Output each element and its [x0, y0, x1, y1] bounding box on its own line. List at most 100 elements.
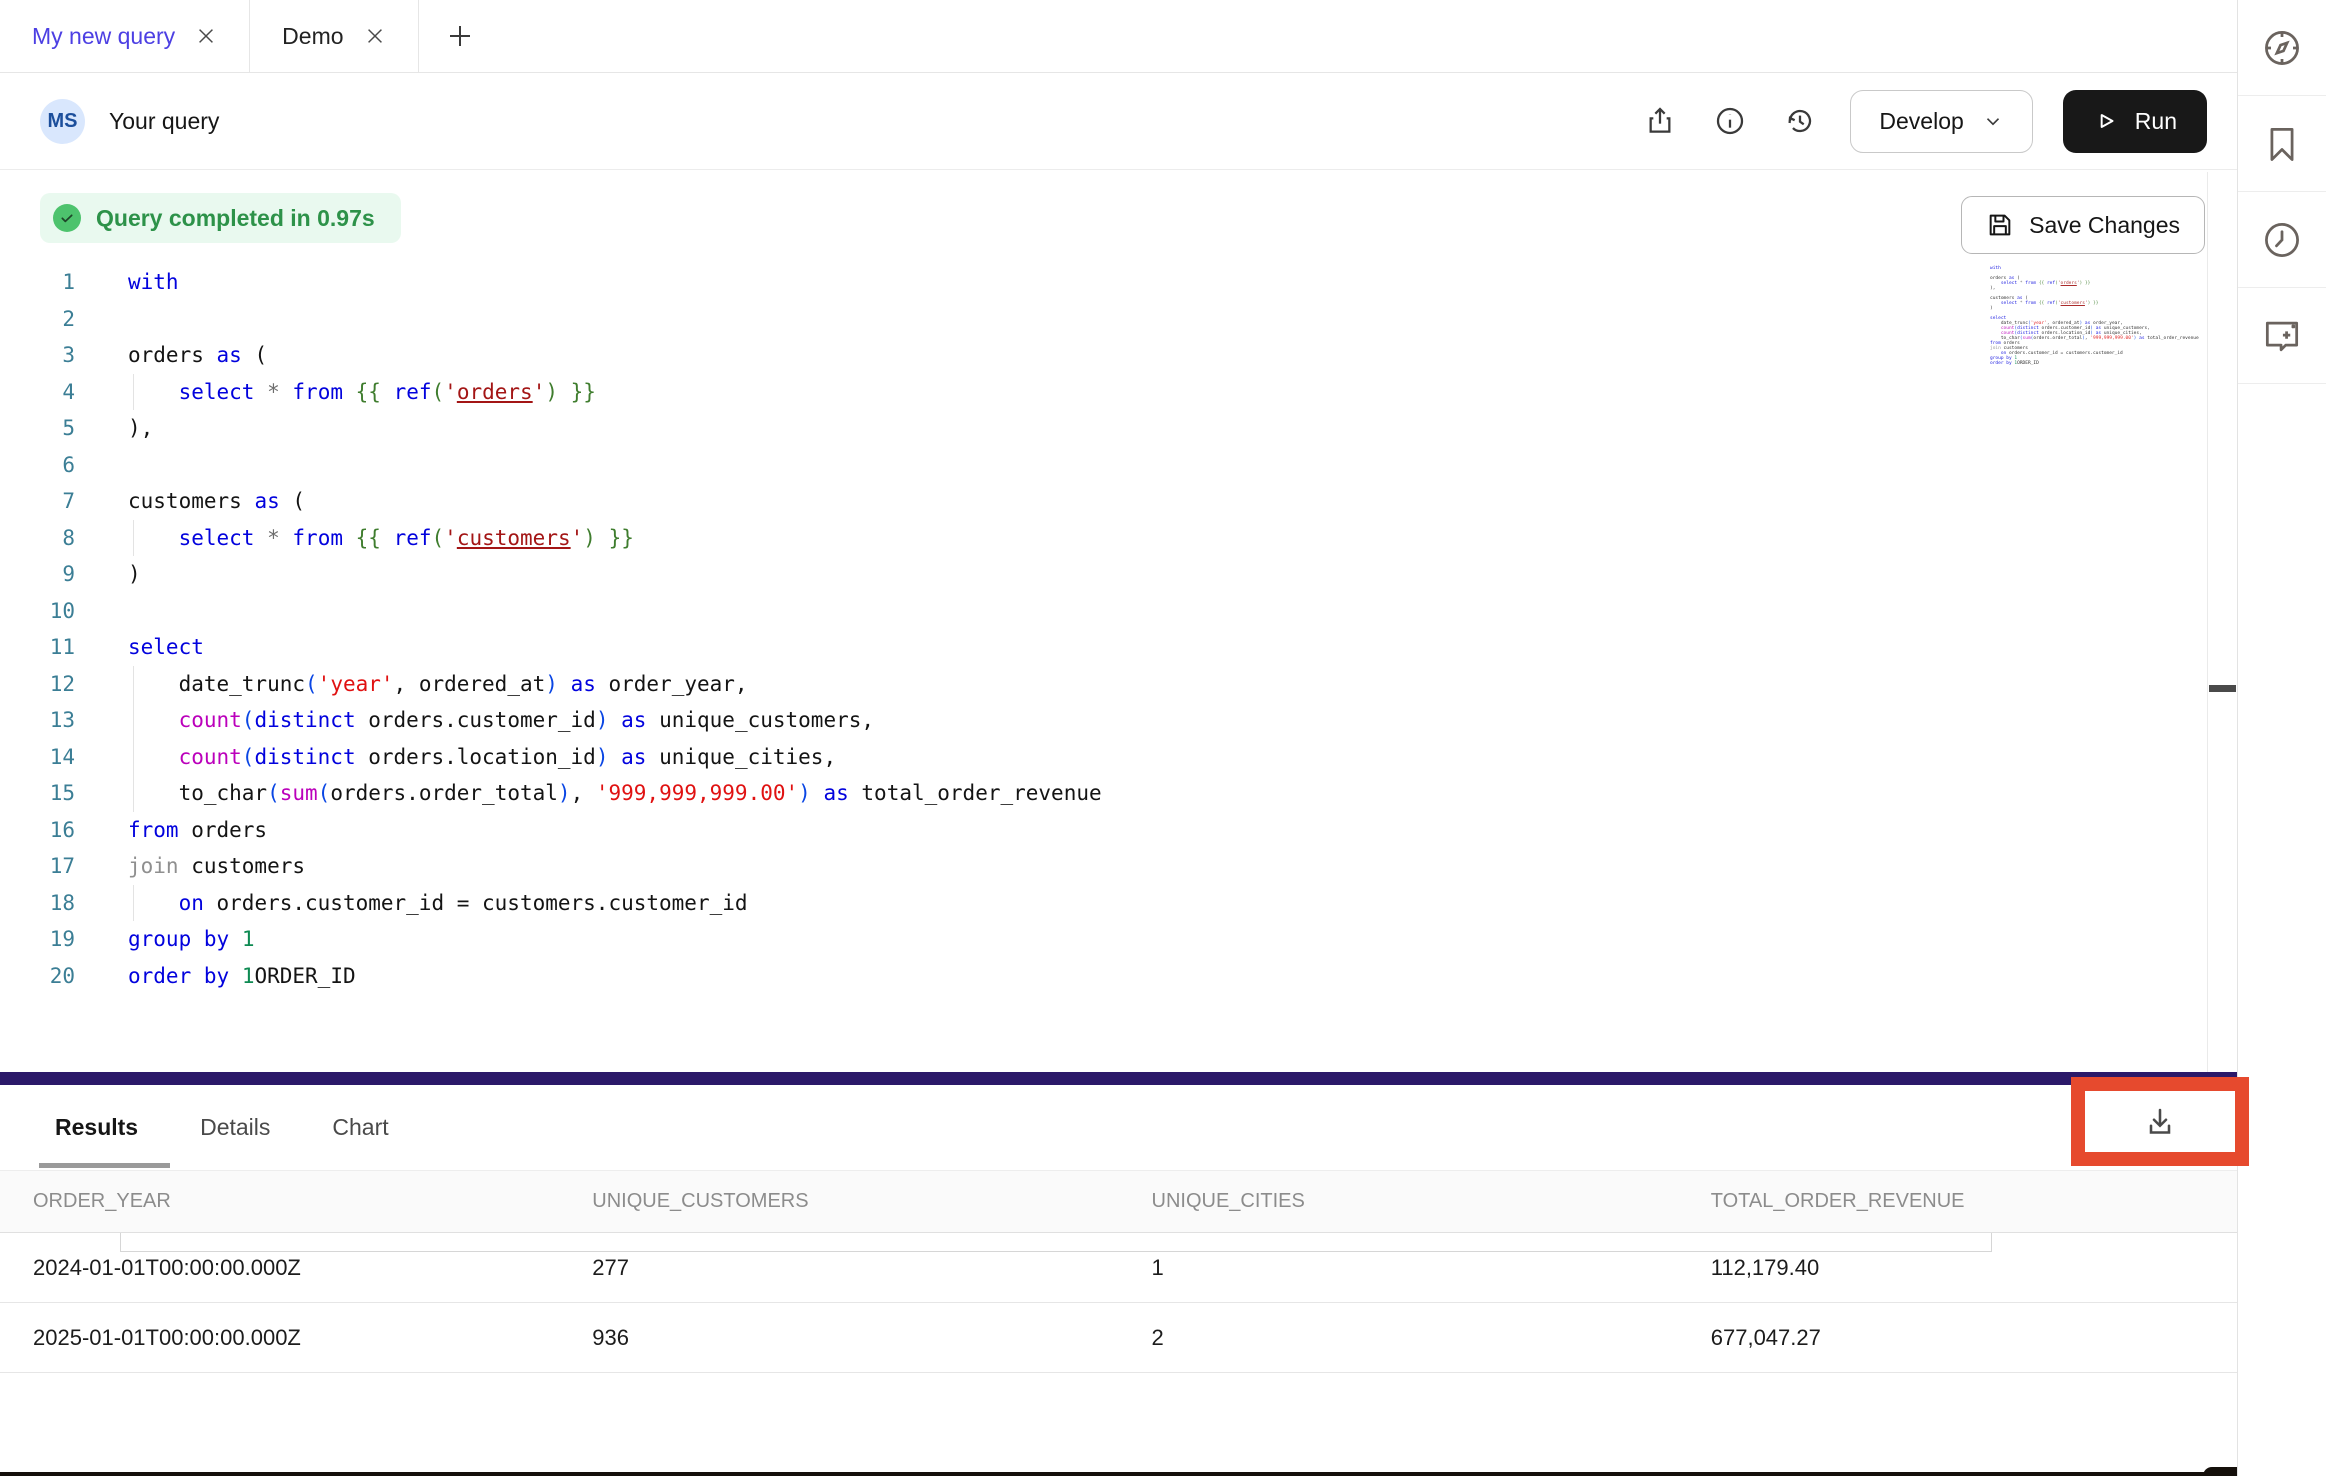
line-number: 3: [0, 337, 75, 374]
table-row[interactable]: 2024-01-01T00:00:00.000Z2771112,179.40: [0, 1233, 2237, 1303]
sidebar-item-bookmarks[interactable]: [2238, 96, 2326, 192]
tab-results[interactable]: Results: [39, 1114, 154, 1141]
code-text: count(distinct orders.location_id) as un…: [128, 739, 836, 776]
download-highlight-box: [2071, 1077, 2249, 1166]
code-line[interactable]: 7customers as (: [0, 483, 2207, 520]
code-line[interactable]: 3 orders as (: [0, 337, 2207, 374]
sidebar-item-history[interactable]: [2238, 192, 2326, 288]
develop-dropdown[interactable]: Develop: [1850, 90, 2032, 153]
column-header: UNIQUE_CUSTOMERS: [559, 1171, 1118, 1233]
indent-guide: [133, 520, 134, 557]
line-number: 19: [0, 921, 75, 958]
page-title: Your query: [109, 108, 219, 135]
code-line[interactable]: 5),: [0, 410, 2207, 447]
tab-demo[interactable]: Demo: [250, 0, 418, 72]
info-icon: [1714, 105, 1746, 137]
code-text: select: [128, 629, 204, 666]
table-row[interactable]: 2025-01-01T00:00:00.000Z9362677,047.27: [0, 1303, 2237, 1373]
check-icon: [53, 204, 81, 232]
line-number: 10: [0, 593, 75, 630]
column-header: TOTAL_ORDER_REVENUE: [1678, 1171, 2237, 1233]
code-editor[interactable]: 1with23orders as (4 select * from {{ ref…: [0, 258, 2207, 1072]
code-text: select * from {{ ref('orders') }}: [128, 374, 596, 411]
line-number: 2: [0, 301, 75, 338]
compass-icon: [2260, 26, 2304, 70]
close-icon[interactable]: [364, 25, 386, 47]
info-button[interactable]: [1710, 101, 1750, 141]
table-cell: 112,179.40: [1678, 1233, 2237, 1303]
code-text: orders as (: [128, 337, 267, 374]
line-number: 20: [0, 958, 75, 995]
save-changes-button[interactable]: Save Changes: [1961, 196, 2205, 254]
code-text: join customers: [128, 848, 305, 885]
active-tab-underline: [39, 1163, 170, 1168]
results-tab-bar: Results Details Chart: [0, 1085, 2237, 1170]
code-line[interactable]: 8 select * from {{ ref('customers') }}: [0, 520, 2207, 557]
table-cell: 2025-01-01T00:00:00.000Z: [0, 1303, 559, 1373]
code-line[interactable]: 9): [0, 556, 2207, 593]
code-text: ),: [128, 410, 153, 447]
code-text: on orders.customer_id = customers.custom…: [128, 885, 748, 922]
close-icon[interactable]: [195, 25, 217, 47]
code-line[interactable]: 12 date_trunc('year', ordered_at) as ord…: [0, 666, 2207, 703]
line-number: 5: [0, 410, 75, 447]
code-line[interactable]: 10: [0, 593, 2207, 630]
run-button[interactable]: Run: [2063, 90, 2207, 153]
editor-scrollbar-thumb[interactable]: [2209, 685, 2236, 692]
indent-guide: [133, 739, 134, 776]
download-button[interactable]: [2138, 1100, 2182, 1144]
panel-resize-divider[interactable]: [0, 1072, 2237, 1085]
code-line[interactable]: 1with: [0, 264, 2207, 301]
line-number: 1: [0, 264, 75, 301]
share-button[interactable]: [1640, 101, 1680, 141]
develop-label: Develop: [1879, 108, 1963, 135]
history-button[interactable]: [1780, 101, 1820, 141]
plus-icon: [445, 21, 475, 51]
code-line[interactable]: 19group by 1: [0, 921, 2207, 958]
table-cell: 677,047.27: [1678, 1303, 2237, 1373]
code-text: ): [128, 556, 141, 593]
line-number: 12: [0, 666, 75, 703]
code-line[interactable]: 18 on orders.customer_id = customers.cus…: [0, 885, 2207, 922]
column-header: ORDER_YEAR: [0, 1171, 559, 1233]
line-number: 6: [0, 447, 75, 484]
line-number: 8: [0, 520, 75, 557]
code-line[interactable]: 14 count(distinct orders.location_id) as…: [0, 739, 2207, 776]
status-text: Query completed in 0.97s: [96, 205, 375, 232]
new-tab-button[interactable]: [419, 0, 501, 72]
code-line[interactable]: 15 to_char(sum(orders.order_total), '999…: [0, 775, 2207, 812]
code-line[interactable]: 20 order by 1ORDER_ID: [0, 958, 2207, 995]
code-line[interactable]: 13 count(distinct orders.customer_id) as…: [0, 702, 2207, 739]
editor-minimap[interactable]: withorders as ( select * from {{ ref('or…: [1990, 266, 2205, 366]
code-text: from orders: [128, 812, 267, 849]
line-number: 18: [0, 885, 75, 922]
code-line[interactable]: 16from orders: [0, 812, 2207, 849]
line-number: 17: [0, 848, 75, 885]
code-text: order by 1ORDER_ID: [128, 958, 356, 995]
tab-chart[interactable]: Chart: [316, 1114, 404, 1141]
code-line[interactable]: 4 select * from {{ ref('orders') }}: [0, 374, 2207, 411]
code-line[interactable]: 2: [0, 301, 2207, 338]
tab-my-new-query[interactable]: My new query: [0, 0, 250, 72]
code-text: count(distinct orders.customer_id) as un…: [128, 702, 874, 739]
indent-guide: [133, 666, 134, 703]
table-cell: 1: [1119, 1233, 1678, 1303]
query-header: MS Your query Develop: [0, 73, 2237, 170]
save-label: Save Changes: [2029, 212, 2180, 239]
line-number: 4: [0, 374, 75, 411]
sidebar-item-explore[interactable]: [2238, 0, 2326, 96]
code-line[interactable]: 11select: [0, 629, 2207, 666]
history-icon: [1784, 105, 1816, 137]
tab-details[interactable]: Details: [184, 1114, 286, 1141]
bottom-edge-corner: [2203, 1467, 2237, 1476]
avatar: MS: [40, 99, 85, 144]
line-number: 13: [0, 702, 75, 739]
status-row: Query completed in 0.97s Save Changes: [0, 170, 2237, 258]
sidebar-item-ai-assistant[interactable]: [2238, 288, 2326, 384]
line-number: 9: [0, 556, 75, 593]
code-text: to_char(sum(orders.order_total), '999,99…: [128, 775, 1102, 812]
bookmark-icon: [2260, 122, 2304, 166]
editor-scrollbar-track[interactable]: [2207, 172, 2238, 1072]
code-line[interactable]: 6: [0, 447, 2207, 484]
code-line[interactable]: 17 join customers: [0, 848, 2207, 885]
